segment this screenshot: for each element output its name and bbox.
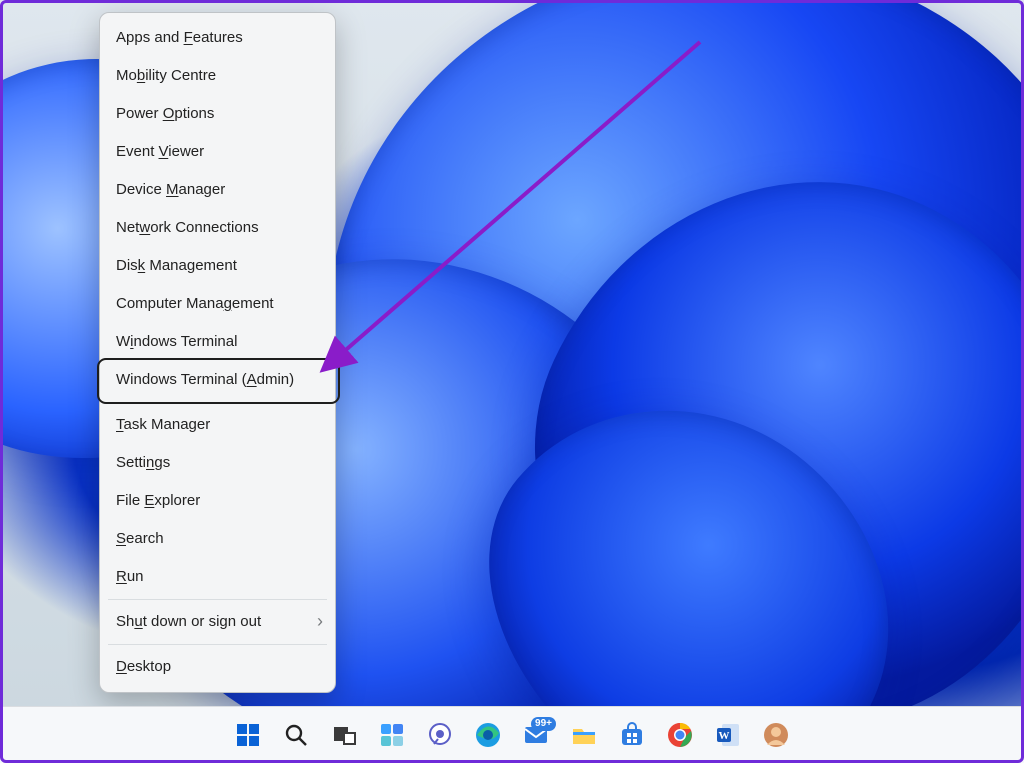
- task-view-button[interactable]: [323, 714, 365, 756]
- widgets-button[interactable]: [371, 714, 413, 756]
- menu-separator: [108, 644, 327, 645]
- menu-item-computer-management[interactable]: Computer Management: [100, 285, 335, 323]
- task-view-icon: [331, 722, 357, 748]
- menu-item-apps-and-features[interactable]: Apps and Features: [100, 19, 335, 57]
- menu-item-windows-terminal-admin[interactable]: Windows Terminal (Admin): [100, 361, 335, 399]
- word-icon: W: [714, 721, 742, 749]
- winx-context-menu: Apps and FeaturesMobility CentrePower Op…: [99, 12, 336, 693]
- chat-icon: [427, 722, 453, 748]
- file-explorer-app[interactable]: [563, 714, 605, 756]
- taskbar: 99+ W: [0, 706, 1024, 763]
- profile-icon: [762, 721, 790, 749]
- menu-item-shut-down-or-sign-out[interactable]: Shut down or sign out: [100, 603, 335, 641]
- badge: 99+: [531, 717, 556, 731]
- menu-item-search[interactable]: Search: [100, 520, 335, 558]
- menu-item-task-manager[interactable]: Task Manager: [100, 406, 335, 444]
- menu-item-network-connections[interactable]: Network Connections: [100, 209, 335, 247]
- menu-separator: [108, 599, 327, 600]
- file-explorer-icon: [570, 721, 598, 749]
- menu-item-mobility-centre[interactable]: Mobility Centre: [100, 57, 335, 95]
- chrome-app[interactable]: [659, 714, 701, 756]
- search-icon: [283, 722, 309, 748]
- chat-button[interactable]: [419, 714, 461, 756]
- menu-item-file-explorer[interactable]: File Explorer: [100, 482, 335, 520]
- edge-icon: [474, 721, 502, 749]
- search-button[interactable]: [275, 714, 317, 756]
- menu-item-desktop[interactable]: Desktop: [100, 648, 335, 686]
- menu-item-event-viewer[interactable]: Event Viewer: [100, 133, 335, 171]
- chrome-icon: [666, 721, 694, 749]
- edge-app[interactable]: [467, 714, 509, 756]
- widgets-icon: [379, 722, 405, 748]
- menu-item-device-manager[interactable]: Device Manager: [100, 171, 335, 209]
- store-app[interactable]: [611, 714, 653, 756]
- profile-app[interactable]: [755, 714, 797, 756]
- word-app[interactable]: W: [707, 714, 749, 756]
- start-icon: [235, 722, 261, 748]
- svg-text:W: W: [719, 730, 730, 742]
- menu-separator: [108, 402, 327, 403]
- menu-item-settings[interactable]: Settings: [100, 444, 335, 482]
- menu-item-disk-management[interactable]: Disk Management: [100, 247, 335, 285]
- menu-item-power-options[interactable]: Power Options: [100, 95, 335, 133]
- store-icon: [618, 721, 646, 749]
- mail-app[interactable]: 99+: [515, 714, 557, 756]
- start-button[interactable]: [227, 714, 269, 756]
- menu-item-windows-terminal[interactable]: Windows Terminal: [100, 323, 335, 361]
- menu-item-run[interactable]: Run: [100, 558, 335, 596]
